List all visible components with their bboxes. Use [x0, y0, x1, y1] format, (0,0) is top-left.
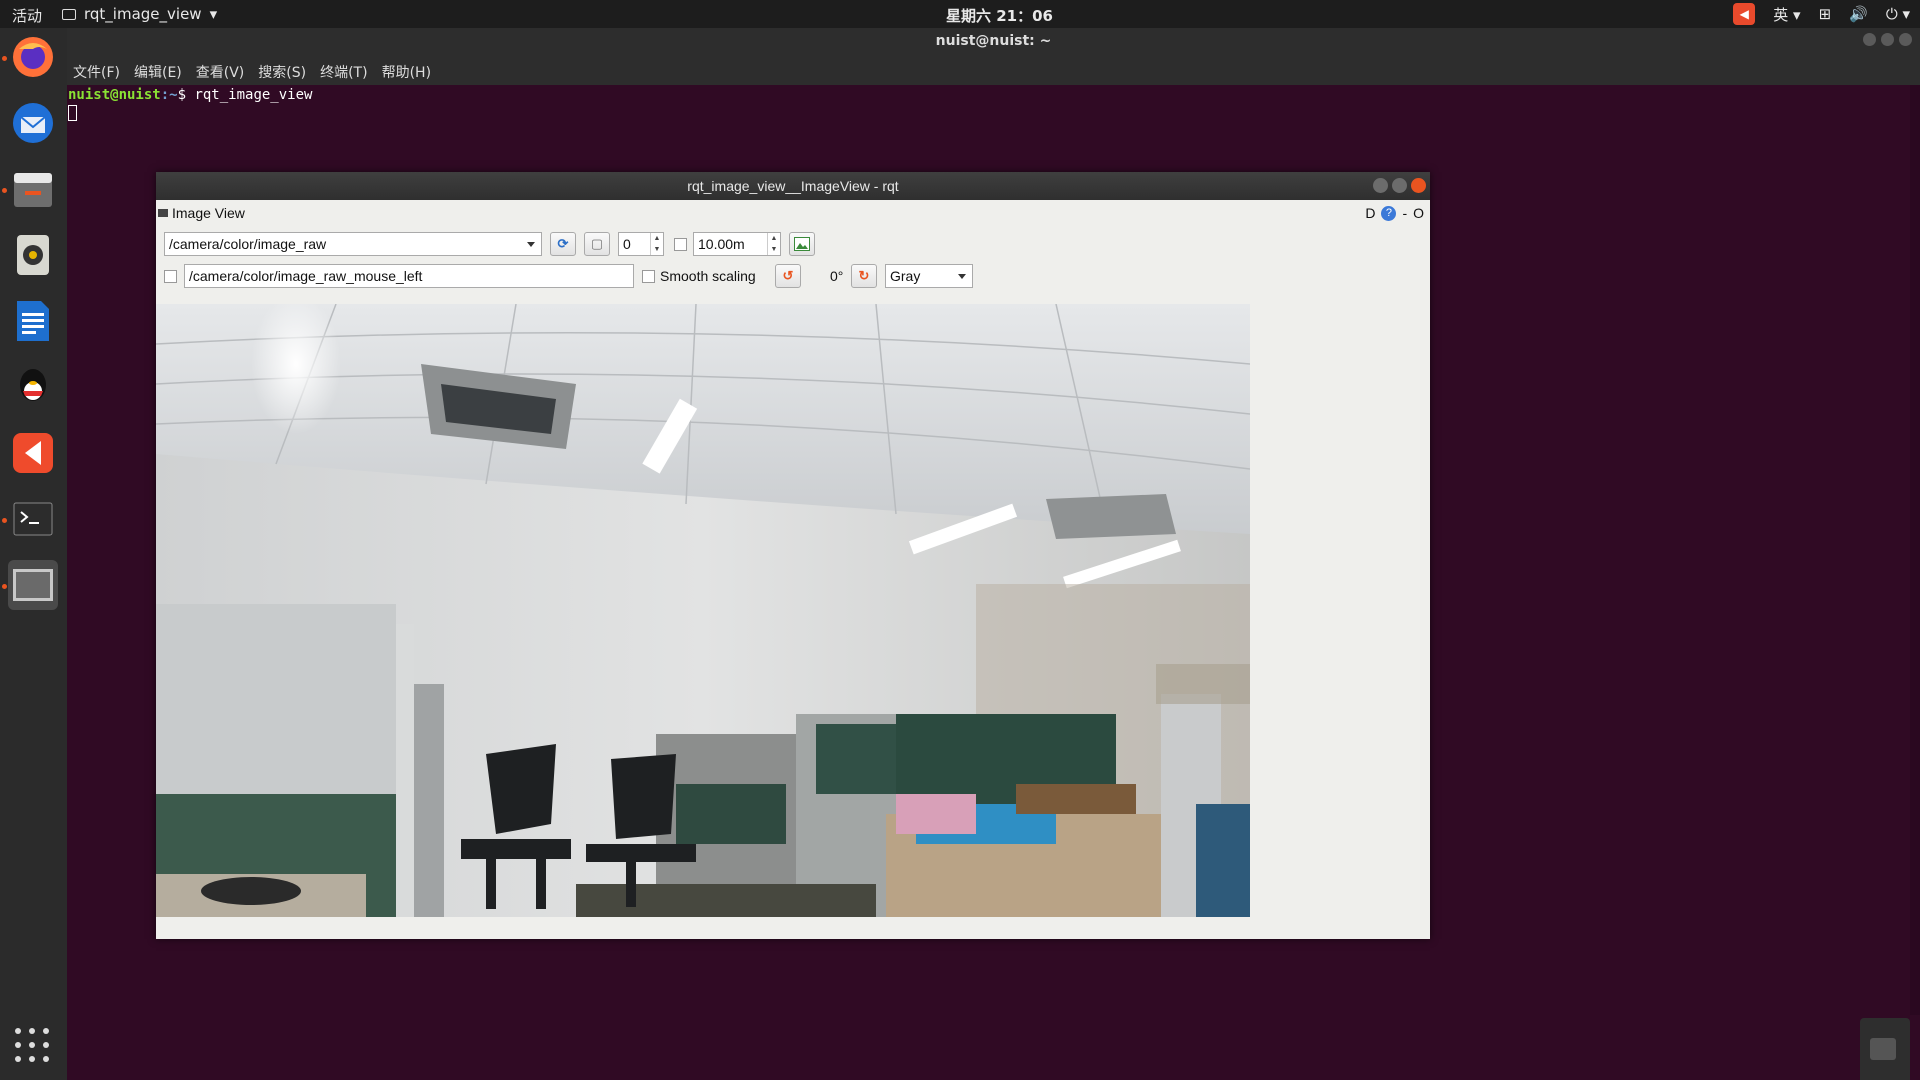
smooth-scaling-label: Smooth scaling — [660, 268, 756, 284]
color-scheme-select[interactable]: Gray — [885, 264, 973, 288]
chevron-down-icon — [958, 274, 966, 279]
save-image-button[interactable] — [789, 232, 815, 256]
running-indicator — [2, 188, 7, 193]
plugin-controls: D ? - O — [1365, 205, 1424, 221]
firefox-icon[interactable] — [8, 32, 58, 82]
terminal-scrollbar[interactable] — [1910, 85, 1920, 1015]
terminal-command: rqt_image_view — [194, 87, 313, 103]
app-menu[interactable]: rqt_image_view ▾ — [62, 5, 217, 23]
rotation-value: 0° — [830, 268, 844, 284]
close-icon[interactable] — [1899, 33, 1912, 46]
app-menu-label: rqt_image_view — [84, 5, 202, 23]
spin-arrows[interactable]: ▲ ▼ — [767, 233, 780, 255]
topic-select-value: /camera/color/image_raw — [169, 236, 327, 252]
menu-view[interactable]: 查看(V) — [196, 62, 245, 82]
smooth-scaling-checkbox[interactable] — [642, 270, 655, 283]
show-applications-icon[interactable] — [15, 1028, 51, 1064]
top-bar: 活动 rqt_image_view ▾ 星期六 21：06 ◀ 英 ▾ ⊞ 🔊 … — [0, 0, 1920, 28]
mouse-topic-input[interactable]: /camera/color/image_raw_mouse_left — [184, 264, 634, 288]
mouse-publish-checkbox[interactable] — [164, 270, 177, 283]
activities-button[interactable]: 活动 — [12, 5, 42, 26]
network-icon[interactable]: ⊞ — [1819, 5, 1832, 23]
terminal-line: nuist@nuist:~$ rqt_image_view — [68, 87, 313, 103]
terminal-icon[interactable] — [8, 494, 58, 544]
menu-file[interactable]: 文件(F) — [73, 62, 120, 82]
system-tray: ◀ 英 ▾ ⊞ 🔊 ⏻ ▾ — [1733, 3, 1910, 25]
terminal-menubar: 文件(F) 编辑(E) 查看(V) 搜索(S) 终端(T) 帮助(H) — [73, 62, 431, 82]
image-icon — [794, 237, 810, 251]
input-method-indicator[interactable]: 英 ▾ — [1773, 4, 1800, 25]
rqt-titlebar[interactable]: rqt_image_view__ImageView - rqt — [156, 172, 1430, 200]
color-scheme-value: Gray — [890, 268, 921, 284]
app-indicator-icon — [1870, 1038, 1896, 1060]
writer-icon[interactable] — [8, 296, 58, 346]
running-indicator — [2, 56, 7, 61]
terminal-header: nuist@nuist: ~ 文件(F) 编辑(E) 查看(V) 搜索(S) 终… — [67, 28, 1920, 85]
screen-icon[interactable] — [8, 560, 58, 610]
plugin-header: Image View — [158, 205, 245, 221]
rotate-left-button[interactable]: ↺ — [775, 264, 801, 288]
plugin-title: Image View — [172, 205, 245, 221]
zoom-button[interactable]: ▢ — [584, 232, 610, 256]
zoom-icon: ▢ — [590, 236, 604, 251]
max-range-input[interactable]: 10.00m ▲ ▼ — [693, 232, 781, 256]
dock-d-button[interactable]: D — [1365, 205, 1375, 221]
terminal-title: nuist@nuist: ~ — [935, 33, 1052, 49]
rqt-window: rqt_image_view__ImageView - rqt Image Vi… — [156, 172, 1430, 939]
close-plugin-button[interactable]: O — [1413, 205, 1424, 221]
power-icon[interactable]: ⏻ ▾ — [1886, 5, 1910, 23]
running-indicator — [2, 584, 7, 589]
refresh-icon: ⟳ — [557, 236, 569, 251]
minimize-icon[interactable] — [1373, 178, 1388, 193]
floating-indicator[interactable] — [1860, 1018, 1910, 1080]
files-icon[interactable] — [8, 164, 58, 214]
minimize-icon[interactable] — [1863, 33, 1876, 46]
chevron-down-icon — [527, 242, 535, 247]
close-icon[interactable] — [1411, 178, 1426, 193]
running-indicator — [2, 518, 7, 523]
rqt-title: rqt_image_view__ImageView - rqt — [687, 178, 899, 194]
menu-terminal[interactable]: 终端(T) — [320, 62, 367, 82]
minimize-plugin-button[interactable]: - — [1402, 205, 1407, 221]
rotate-left-icon: ↺ — [782, 268, 794, 283]
thunderbird-icon[interactable] — [8, 98, 58, 148]
dock — [0, 28, 67, 1080]
terminal-window-controls — [1863, 33, 1912, 46]
rqt-window-controls — [1373, 178, 1426, 193]
menu-edit[interactable]: 编辑(E) — [134, 62, 182, 82]
menu-search[interactable]: 搜索(S) — [258, 62, 306, 82]
terminal-cursor — [68, 105, 77, 121]
rotate-right-button[interactable]: ↻ — [851, 264, 877, 288]
topic-select[interactable]: /camera/color/image_raw — [164, 232, 542, 256]
window-icon — [62, 8, 76, 20]
menu-help[interactable]: 帮助(H) — [382, 62, 431, 82]
qq-icon[interactable] — [8, 362, 58, 412]
maximize-icon[interactable] — [1392, 178, 1407, 193]
help-icon[interactable]: ? — [1381, 205, 1397, 221]
mouse-topic-value: /camera/color/image_raw_mouse_left — [189, 268, 423, 284]
spin-input[interactable]: 0 ▲ ▼ — [618, 232, 664, 256]
spin-arrows[interactable]: ▲ ▼ — [650, 233, 663, 255]
maximize-icon[interactable] — [1881, 33, 1894, 46]
chevron-down-icon: ▾ — [209, 5, 218, 23]
clock[interactable]: 星期六 21：06 — [946, 5, 1053, 26]
refresh-button[interactable]: ⟳ — [550, 232, 576, 256]
spin-value: 0 — [623, 236, 631, 252]
plugin-icon — [158, 209, 168, 217]
camera-image[interactable] — [156, 304, 1250, 917]
range-checkbox[interactable] — [674, 238, 687, 251]
volume-icon[interactable]: 🔊 — [1849, 5, 1868, 23]
app-store-icon[interactable] — [8, 428, 58, 478]
rhythmbox-icon[interactable] — [8, 230, 58, 280]
app-indicator-icon[interactable]: ◀ — [1733, 3, 1756, 25]
max-range-value: 10.00m — [698, 236, 745, 252]
rotate-right-icon: ↻ — [858, 268, 870, 283]
